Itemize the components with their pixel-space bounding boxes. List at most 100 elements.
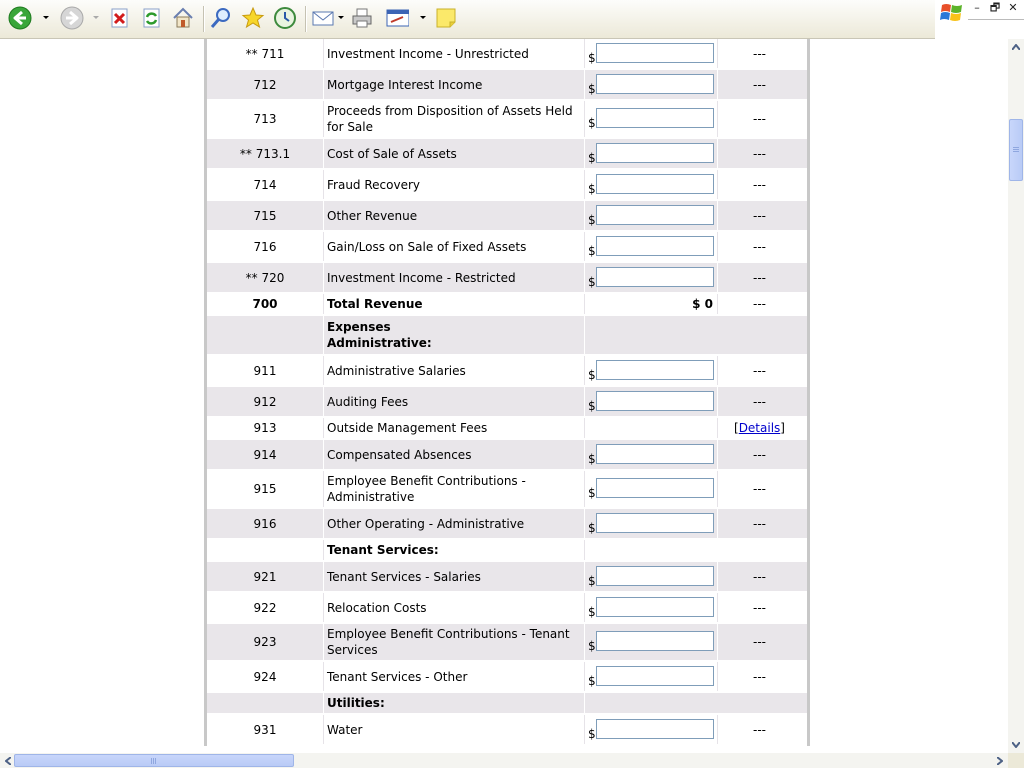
table-row: 915 Employee Benefit Contributions - Admi… — [207, 471, 807, 509]
status-text: --- — [753, 146, 766, 161]
amount-input[interactable] — [596, 108, 714, 128]
amount-input[interactable] — [596, 173, 714, 194]
status-text: --- — [753, 297, 766, 311]
account-description: Employee Benefit Contributions - Tenant … — [324, 624, 585, 660]
status-text: --- — [753, 77, 766, 92]
home-icon — [173, 7, 193, 28]
note-icon — [436, 8, 456, 28]
amount-cell: $ — [585, 471, 718, 507]
status-text: --- — [753, 516, 766, 531]
amount-input[interactable] — [596, 443, 714, 464]
toolbar-separator — [305, 6, 307, 32]
search-button[interactable] — [209, 6, 233, 30]
amount-input[interactable] — [596, 596, 714, 617]
windows-logo-icon — [940, 4, 962, 21]
account-description: Total Revenue — [324, 294, 585, 314]
total-row: 700 Total Revenue $ 0 --- — [207, 294, 807, 316]
amount-input[interactable] — [596, 235, 714, 256]
amount-cell: $ — [585, 662, 718, 691]
scroll-down-button[interactable] — [1008, 737, 1024, 753]
account-description: Cost of Sale of Assets — [324, 139, 585, 168]
amount-input[interactable] — [596, 204, 714, 225]
currency-symbol: $ — [588, 150, 596, 165]
section-title: Utilities: — [324, 693, 585, 713]
amount-input[interactable] — [596, 665, 714, 686]
currency-symbol: $ — [588, 81, 596, 96]
table-row: ** 711 Investment Income - Unrestricted $ -… — [207, 39, 807, 70]
amount-input[interactable] — [596, 142, 714, 163]
account-code: 715 — [207, 201, 324, 230]
account-code: 912 — [207, 387, 324, 416]
table-row: ** 720 Investment Income - Restricted $ --- — [207, 263, 807, 294]
amount-input[interactable] — [596, 565, 714, 586]
account-code: 714 — [207, 170, 324, 199]
details-link[interactable]: Details — [739, 421, 781, 435]
print-button[interactable] — [350, 6, 374, 30]
minimize-button[interactable]: – — [970, 2, 984, 14]
back-dropdown-icon[interactable] — [43, 16, 49, 19]
details-cell: [Details] — [718, 418, 801, 438]
account-description: Mortgage Interest Income — [324, 70, 585, 99]
vertical-scroll-thumb[interactable] — [1009, 119, 1023, 181]
close-button[interactable]: ✕ — [1006, 2, 1020, 14]
amount-input[interactable] — [596, 512, 714, 533]
table-row: 923 Employee Benefit Contributions - Tena… — [207, 624, 807, 662]
account-code: 915 — [207, 471, 324, 507]
edit-dropdown-icon[interactable] — [420, 16, 426, 19]
amount-cell: $ — [585, 232, 718, 261]
amount-input[interactable] — [596, 266, 714, 287]
scroll-up-button[interactable] — [1008, 39, 1024, 55]
edit-button[interactable] — [385, 6, 409, 30]
note-button[interactable] — [434, 6, 458, 30]
currency-symbol: $ — [588, 367, 596, 382]
amount-input[interactable] — [596, 390, 714, 411]
chevron-right-icon — [996, 756, 1003, 765]
table-row: 913 Outside Management Fees [Details] — [207, 418, 807, 440]
account-code: 931 — [207, 715, 324, 744]
mail-dropdown-icon[interactable] — [338, 16, 344, 19]
status-text: --- — [753, 177, 766, 192]
account-description: Investment Income - Unrestricted — [324, 39, 585, 68]
stop-button[interactable] — [108, 6, 132, 30]
amount-cell: $ — [585, 170, 718, 199]
table-row: 712 Mortgage Interest Income $ --- — [207, 70, 807, 101]
back-button[interactable] — [8, 6, 32, 30]
history-button[interactable] — [273, 6, 297, 30]
amount-input[interactable] — [596, 359, 714, 380]
horizontal-scrollbar[interactable] — [0, 753, 1008, 768]
refresh-button[interactable] — [140, 6, 164, 30]
restore-button[interactable]: 🗗 — [988, 2, 1002, 14]
vertical-scrollbar[interactable] — [1008, 39, 1024, 753]
account-description: Employee Benefit Contributions - Adminis… — [324, 471, 585, 507]
favorites-button[interactable] — [241, 6, 265, 30]
amount-cell — [585, 540, 801, 560]
section-header-row: Utilities: — [207, 693, 807, 715]
scroll-right-button[interactable] — [992, 753, 1007, 768]
scrollbar-corner — [1008, 753, 1024, 768]
amount-input[interactable] — [596, 718, 714, 739]
forward-button[interactable] — [60, 6, 84, 30]
amount-input[interactable] — [596, 73, 714, 94]
chevron-down-icon — [1012, 742, 1020, 748]
mail-button[interactable] — [311, 6, 335, 30]
amount-input[interactable] — [596, 42, 714, 63]
home-button[interactable] — [171, 6, 195, 30]
account-code: 916 — [207, 509, 324, 538]
currency-symbol: $ — [588, 520, 596, 535]
section-title: Expenses Administrative: — [324, 316, 585, 354]
back-icon — [8, 6, 32, 30]
currency-symbol: $ — [588, 243, 596, 258]
section-header-row: Expenses Administrative: — [207, 316, 807, 356]
forward-dropdown-icon[interactable] — [93, 16, 99, 19]
amount-cell: $ — [585, 201, 718, 230]
scroll-left-button[interactable] — [0, 753, 15, 768]
amount-input[interactable] — [596, 631, 714, 651]
amount-input[interactable] — [596, 478, 714, 498]
table-row: 916 Other Operating - Administrative $ --- — [207, 509, 807, 540]
horizontal-scroll-thumb[interactable] — [14, 754, 294, 767]
status-text: --- — [753, 208, 766, 223]
table-row: 924 Tenant Services - Other $ --- — [207, 662, 807, 693]
amount-cell: $ — [585, 509, 718, 538]
account-code: 914 — [207, 440, 324, 469]
account-code — [207, 316, 324, 354]
